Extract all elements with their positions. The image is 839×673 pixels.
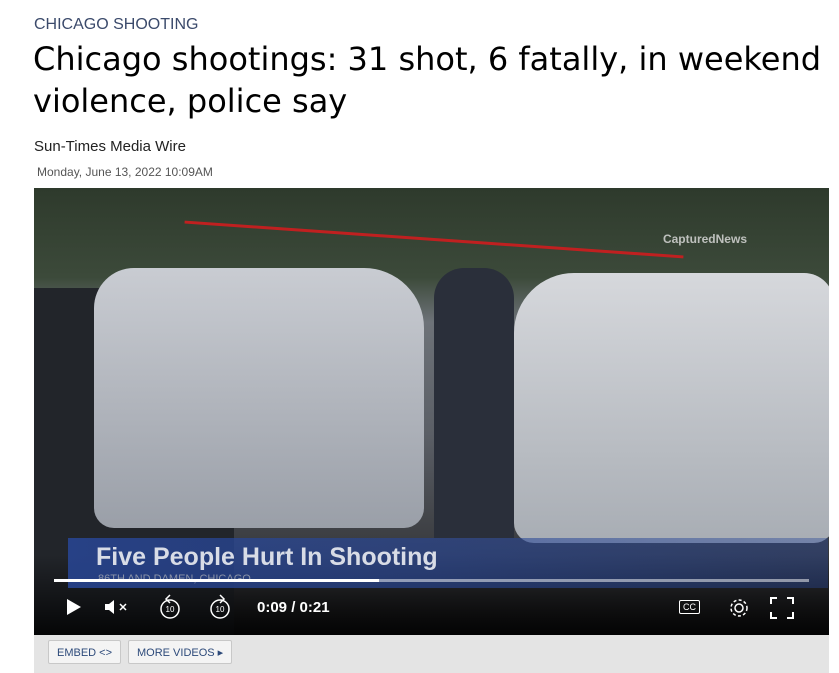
fullscreen-button[interactable] [770, 597, 794, 624]
category-kicker[interactable]: CHICAGO SHOOTING [34, 16, 198, 34]
gear-icon [730, 599, 748, 617]
article-headline: Chicago shootings: 31 shot, 6 fatally, i… [33, 40, 822, 120]
rewind-10-icon: 10 [160, 594, 180, 619]
play-button[interactable] [66, 598, 82, 621]
muted-speaker-icon [105, 600, 127, 614]
progress-bar[interactable] [54, 579, 809, 582]
captions-button[interactable]: CC [679, 600, 700, 614]
lower-third-title: Five People Hurt In Shooting [96, 543, 438, 571]
svg-text:10: 10 [216, 605, 225, 614]
progress-fill [54, 579, 379, 582]
video-frame-police-car [514, 273, 829, 543]
time-display: 0:09 / 0:21 [257, 599, 330, 616]
svg-text:10: 10 [166, 605, 175, 614]
embed-button[interactable]: EMBED <> [48, 640, 122, 664]
settings-button[interactable] [727, 596, 751, 625]
mute-button[interactable] [104, 599, 132, 620]
more-videos-button[interactable]: MORE VIDEOS ▸ [128, 640, 233, 664]
video-frame-police-car [94, 268, 424, 528]
video-watermark: CapturedNews [662, 232, 747, 246]
video-actions-bar: EMBED <> MORE VIDEOS ▸ [34, 635, 829, 673]
fullscreen-icon [770, 597, 794, 619]
forward-10-icon: 10 [210, 594, 230, 619]
video-frame-tape [184, 220, 684, 259]
duration: / 0:21 [291, 599, 330, 616]
video-player[interactable]: CapturedNews Five People Hurt In Shootin… [34, 188, 829, 635]
rewind-10-button[interactable]: 10 [158, 594, 182, 625]
play-icon [67, 599, 81, 615]
byline: Sun-Times Media Wire [34, 138, 186, 155]
forward-10-button[interactable]: 10 [208, 594, 232, 625]
video-frame-officer [434, 268, 514, 538]
publish-date: Monday, June 13, 2022 10:09AM [37, 165, 213, 179]
current-time: 0:09 [257, 599, 288, 616]
